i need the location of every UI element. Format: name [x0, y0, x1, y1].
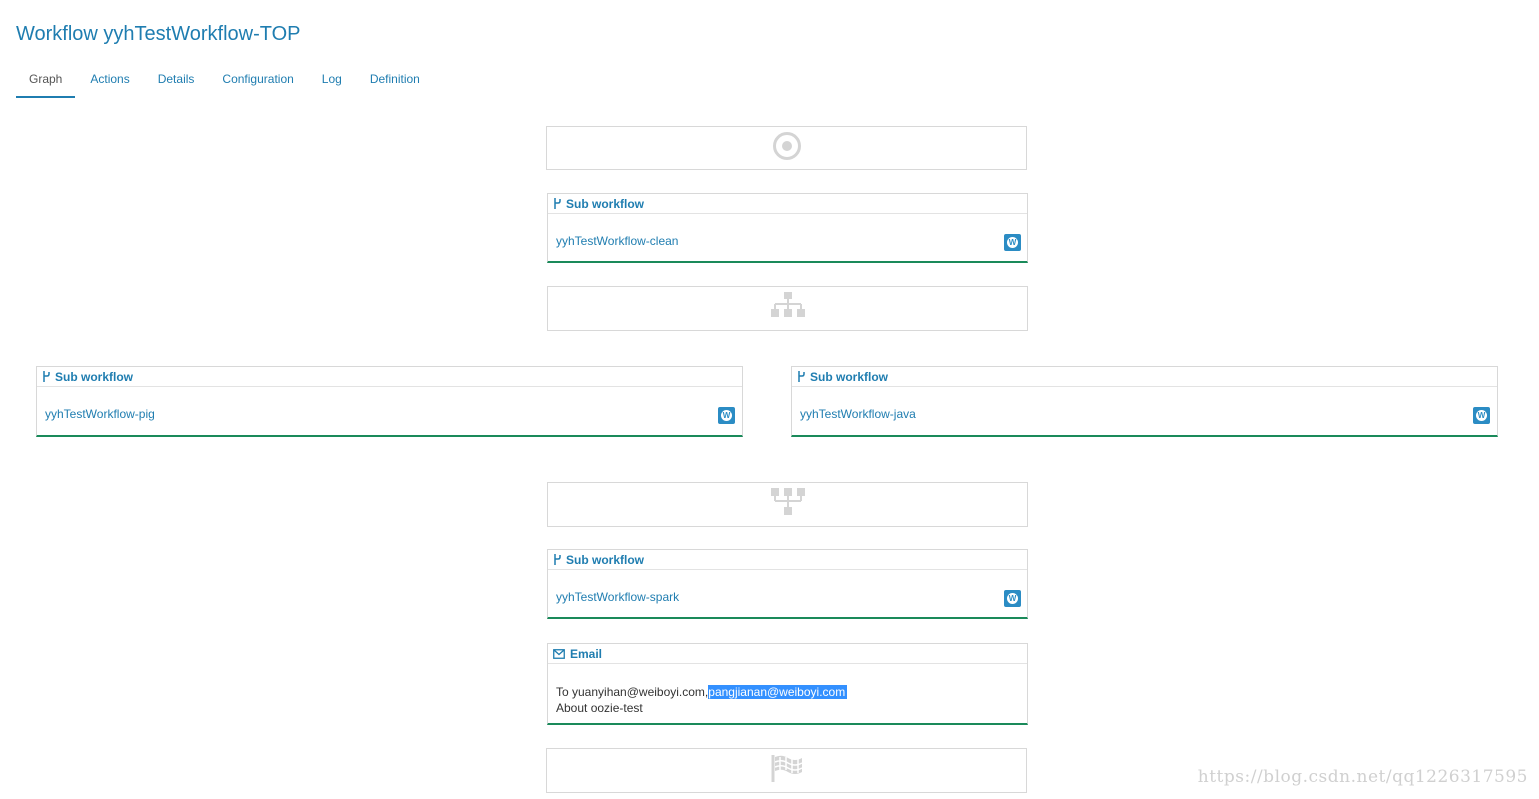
action-header: Email [548, 644, 1027, 664]
action-header: Sub workflow [548, 550, 1027, 570]
workflow-badge-icon[interactable]: W [1004, 234, 1021, 251]
tab-configuration[interactable]: Configuration [222, 70, 293, 98]
subworkflow-icon [42, 371, 50, 382]
tab-graph[interactable]: Graph [16, 70, 76, 98]
workflow-badge-icon[interactable]: W [1473, 407, 1490, 424]
tab-bar: Graph Actions Details Configuration Log … [16, 70, 448, 98]
action-type-label: Sub workflow [566, 552, 644, 567]
action-header: Sub workflow [548, 194, 1027, 214]
join-icon [770, 487, 806, 522]
action-type-label: Sub workflow [566, 196, 644, 211]
end-flag-icon [770, 753, 804, 788]
tab-log[interactable]: Log [322, 70, 342, 98]
fork-icon [770, 291, 806, 326]
action-type-label: Sub workflow [55, 369, 133, 384]
tab-actions[interactable]: Actions [90, 70, 129, 98]
page-title: Workflow yyhTestWorkflow-TOP [16, 23, 301, 45]
workflow-badge-icon[interactable]: W [1004, 590, 1021, 607]
join-node [547, 482, 1028, 527]
subworkflow-link-spark[interactable]: yyhTestWorkflow-spark [556, 590, 679, 604]
envelope-icon [553, 648, 565, 659]
subworkflow-link-clean[interactable]: yyhTestWorkflow-clean [556, 234, 678, 248]
subworkflow-icon [553, 554, 561, 565]
subworkflow-link-pig[interactable]: yyhTestWorkflow-pig [45, 407, 155, 421]
subworkflow-node-clean: Sub workflow yyhTestWorkflow-clean W [547, 193, 1028, 263]
watermark: https://blog.csdn.net/qq1226317595 [1197, 767, 1528, 787]
subworkflow-node-java: Sub workflow yyhTestWorkflow-java W [791, 366, 1498, 437]
tab-definition[interactable]: Definition [370, 70, 420, 98]
subworkflow-icon [553, 198, 561, 209]
subworkflow-node-spark: Sub workflow yyhTestWorkflow-spark W [547, 549, 1028, 619]
subworkflow-link-java[interactable]: yyhTestWorkflow-java [800, 407, 916, 421]
tab-details[interactable]: Details [158, 70, 195, 98]
email-subject: About oozie-test [556, 701, 643, 715]
start-target-icon [772, 131, 802, 166]
email-node: Email To yuanyihan@weiboyi.com,pangjiana… [547, 643, 1028, 725]
action-type-label: Email [570, 646, 603, 661]
subworkflow-icon [797, 371, 805, 382]
action-type-label: Sub workflow [810, 369, 888, 384]
start-node [546, 126, 1027, 170]
email-to: To yuanyihan@weiboyi.com,pangjianan@weib… [556, 685, 848, 699]
subworkflow-node-pig: Sub workflow yyhTestWorkflow-pig W [36, 366, 743, 437]
action-header: Sub workflow [792, 367, 1497, 387]
selected-text: pangjianan@weiboyi.com [708, 685, 848, 699]
email-details: To yuanyihan@weiboyi.com,pangjianan@weib… [556, 684, 848, 716]
end-node [546, 748, 1027, 793]
workflow-badge-icon[interactable]: W [718, 407, 735, 424]
fork-node [547, 286, 1028, 331]
action-header: Sub workflow [37, 367, 742, 387]
